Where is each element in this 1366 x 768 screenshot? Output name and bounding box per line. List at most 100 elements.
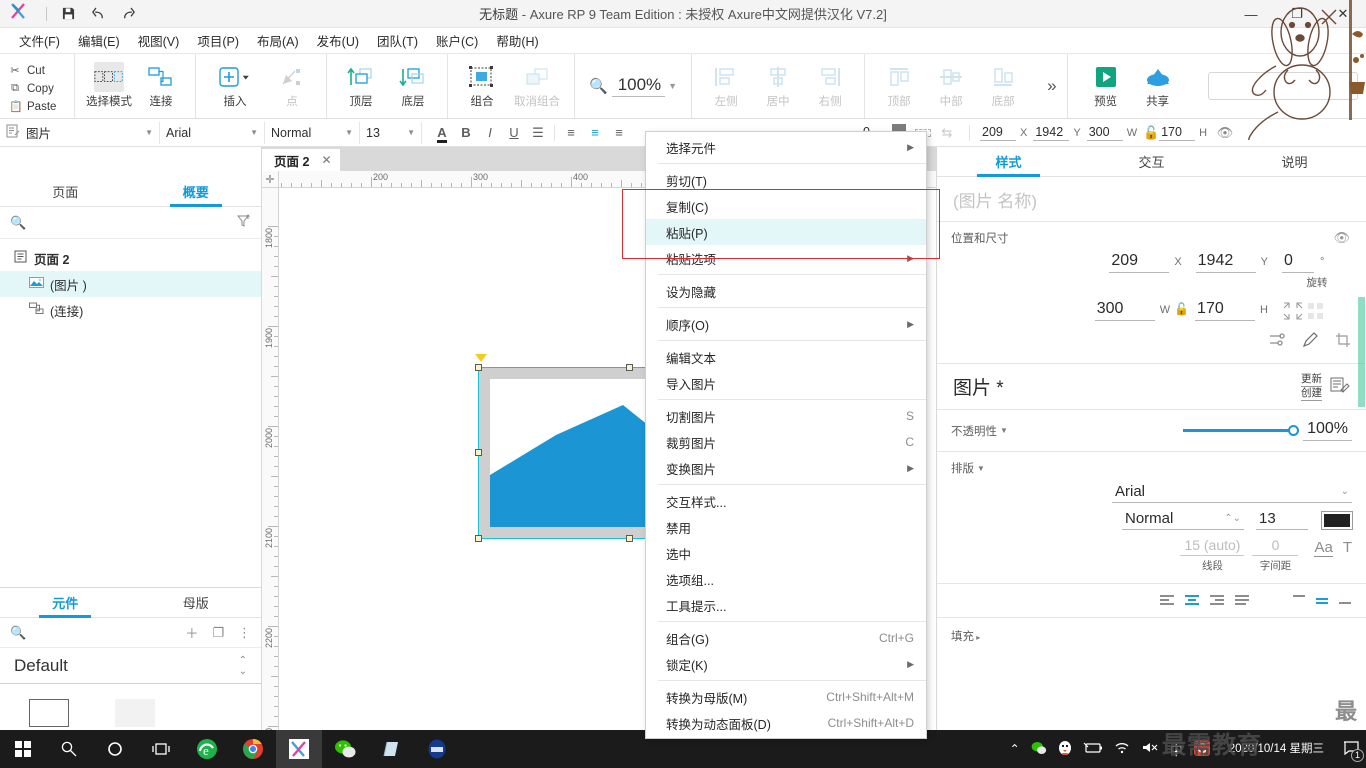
chevron-down-icon[interactable]: ⌄	[1341, 486, 1349, 497]
context-menu-item[interactable]: 禁用	[646, 514, 926, 540]
align-top-icon[interactable]	[1292, 594, 1306, 609]
align-bottom-icon[interactable]	[1338, 594, 1352, 609]
menu-item-file[interactable]: 文件(F)	[10, 28, 69, 53]
context-menu-item[interactable]: 剪切(T)	[646, 167, 926, 193]
tab-pages[interactable]: 页面	[0, 177, 131, 206]
filter-icon[interactable]	[236, 214, 251, 231]
format-w-input[interactable]: 300	[1086, 125, 1123, 141]
menu-item-help[interactable]: 帮助(H)	[487, 28, 547, 53]
redo-icon[interactable]	[113, 1, 143, 27]
group-button[interactable]: 组合	[456, 60, 508, 109]
font-size-select[interactable]: 13 ▼	[360, 121, 422, 144]
windows-start-icon[interactable]	[0, 730, 46, 768]
resize-handle-tl[interactable]	[475, 364, 482, 371]
context-menu-item[interactable]: 粘贴选项 ▶	[646, 245, 926, 271]
search-icon[interactable]	[46, 730, 92, 768]
widget-name-input[interactable]: (图片 名称)	[937, 177, 1366, 222]
chevron-down-icon[interactable]: ▼	[337, 128, 353, 137]
wechat-icon[interactable]	[322, 730, 368, 768]
task-view-icon[interactable]	[138, 730, 184, 768]
undo-icon[interactable]	[83, 1, 113, 27]
format-y-input[interactable]: 1942	[1033, 125, 1070, 141]
crop-icon[interactable]	[1335, 332, 1352, 351]
eye-icon[interactable]: 👁	[1333, 230, 1350, 246]
context-menu-item[interactable]: 选项组...	[646, 566, 926, 592]
font-color-icon[interactable]: A	[430, 125, 454, 143]
cut-button[interactable]: ✂ Cut	[6, 63, 74, 78]
menu-item-publish[interactable]: 发布(U)	[308, 28, 368, 53]
menu-item-layout[interactable]: 布局(A)	[248, 28, 308, 53]
w-field[interactable]: 300 W 🔓	[1094, 300, 1195, 321]
inspector-font-size-input[interactable]: 13	[1256, 510, 1308, 530]
tab-widgets[interactable]: 元件	[0, 588, 131, 618]
send-to-back-button[interactable]: 底层	[387, 60, 439, 109]
unlock-icon[interactable]: 🔓	[1174, 302, 1189, 316]
list-icon[interactable]: ☰	[526, 125, 550, 141]
context-menu-item[interactable]: 裁剪图片 C	[646, 429, 926, 455]
inspector-scrollbar[interactable]	[1358, 297, 1365, 407]
resize-handle-tr[interactable]	[626, 364, 633, 371]
widget-type-select[interactable]: 图片 ▼	[0, 121, 160, 144]
chevron-down-icon[interactable]: ▼	[399, 128, 415, 137]
opacity-slider-knob[interactable]	[1288, 425, 1300, 436]
copy-button[interactable]: ⧉ Copy	[6, 81, 74, 96]
menu-item-project[interactable]: 项目(P)	[188, 28, 248, 53]
context-menu-item[interactable]: 设为隐藏	[646, 278, 926, 304]
format-x-input[interactable]: 209	[980, 125, 1016, 141]
inspector-font-weight-select[interactable]: Normal ⌃⌄	[1122, 510, 1244, 530]
select-mode-button[interactable]: 选择模式	[83, 60, 135, 109]
y-input[interactable]: 1942	[1195, 252, 1256, 273]
tab-style[interactable]: 样式	[937, 147, 1080, 177]
context-menu[interactable]: 选择元件 ▶ 剪切(T) 复制(C) 粘贴(P) 粘贴选项 ▶ 设为隐藏 顺序(O) ▶ 编辑文本导…	[645, 131, 927, 739]
rotation-field[interactable]: 0 °	[1282, 252, 1352, 273]
tray-expand-icon[interactable]: ⌃	[1010, 742, 1020, 756]
sliders-icon[interactable]	[1269, 332, 1286, 351]
menu-item-account[interactable]: 账户(C)	[427, 28, 487, 53]
wechat-tray-icon[interactable]	[1031, 741, 1047, 758]
paste-button[interactable]: 📋 Paste	[6, 99, 74, 114]
tree-item-page2[interactable]: 页面 2	[0, 245, 261, 271]
align-middle-icon[interactable]	[1315, 594, 1329, 609]
h-input[interactable]: 170	[1195, 300, 1256, 321]
close-icon[interactable]: ✕	[321, 153, 331, 167]
italic-icon[interactable]: I	[478, 125, 502, 140]
context-menu-item[interactable]: 组合(G) Ctrl+G	[646, 625, 926, 651]
chevron-updown-icon[interactable]: ⌃⌄	[1224, 513, 1241, 524]
notification-center-icon[interactable]: 1	[1343, 740, 1364, 762]
context-menu-item[interactable]: 工具提示...	[646, 592, 926, 618]
resize-handle-bl[interactable]	[475, 535, 482, 542]
toolbar-overflow-button[interactable]: »	[1037, 54, 1066, 118]
opacity-label[interactable]: 不透明性 ▼	[951, 423, 1008, 439]
resize-handle-br[interactable]	[626, 535, 633, 542]
tab-masters[interactable]: 母版	[131, 588, 262, 617]
h-field[interactable]: 170 H	[1195, 300, 1282, 321]
align-left-icon[interactable]: ≡	[559, 125, 583, 140]
minimize-button[interactable]: —	[1228, 0, 1274, 28]
text-case-icon[interactable]: Aa	[1314, 539, 1333, 557]
create-style-button[interactable]: 创建	[1301, 387, 1322, 401]
typography-header[interactable]: 排版 ▼	[951, 460, 1352, 476]
bold-icon[interactable]: B	[454, 125, 478, 140]
context-menu-item[interactable]: 选择元件 ▶	[646, 134, 926, 160]
save-icon[interactable]	[53, 1, 83, 27]
context-menu-item[interactable]: 转换为母版(M) Ctrl+Shift+Alt+M	[646, 684, 926, 710]
context-menu-item[interactable]: 锁定(K) ▶	[646, 651, 926, 677]
app-blue-icon[interactable]	[414, 730, 460, 768]
volume-muted-icon[interactable]	[1141, 741, 1159, 757]
update-style-button[interactable]: 更新	[1301, 373, 1322, 387]
context-menu-item[interactable]: 选中	[646, 540, 926, 566]
vertical-ruler[interactable]: 180019002000210022002300	[262, 188, 279, 767]
resize-handle-ml[interactable]	[475, 449, 482, 456]
align-right-icon[interactable]: ≡	[607, 125, 631, 140]
context-menu-item[interactable]: 编辑文本	[646, 344, 926, 370]
w-input[interactable]: 300	[1094, 300, 1155, 321]
x-input[interactable]: 209	[1109, 252, 1170, 273]
y-field[interactable]: 1942 Y	[1195, 252, 1282, 273]
context-menu-item[interactable]: 粘贴(P)	[646, 219, 926, 245]
notepad-icon[interactable]	[368, 730, 414, 768]
connect-button[interactable]: 连接	[135, 60, 187, 109]
font-weight-select[interactable]: Normal ▼	[265, 121, 360, 144]
rotation-handle[interactable]	[475, 354, 487, 362]
qq-tray-icon[interactable]	[1058, 740, 1072, 759]
opacity-value[interactable]: 100%	[1303, 420, 1352, 441]
